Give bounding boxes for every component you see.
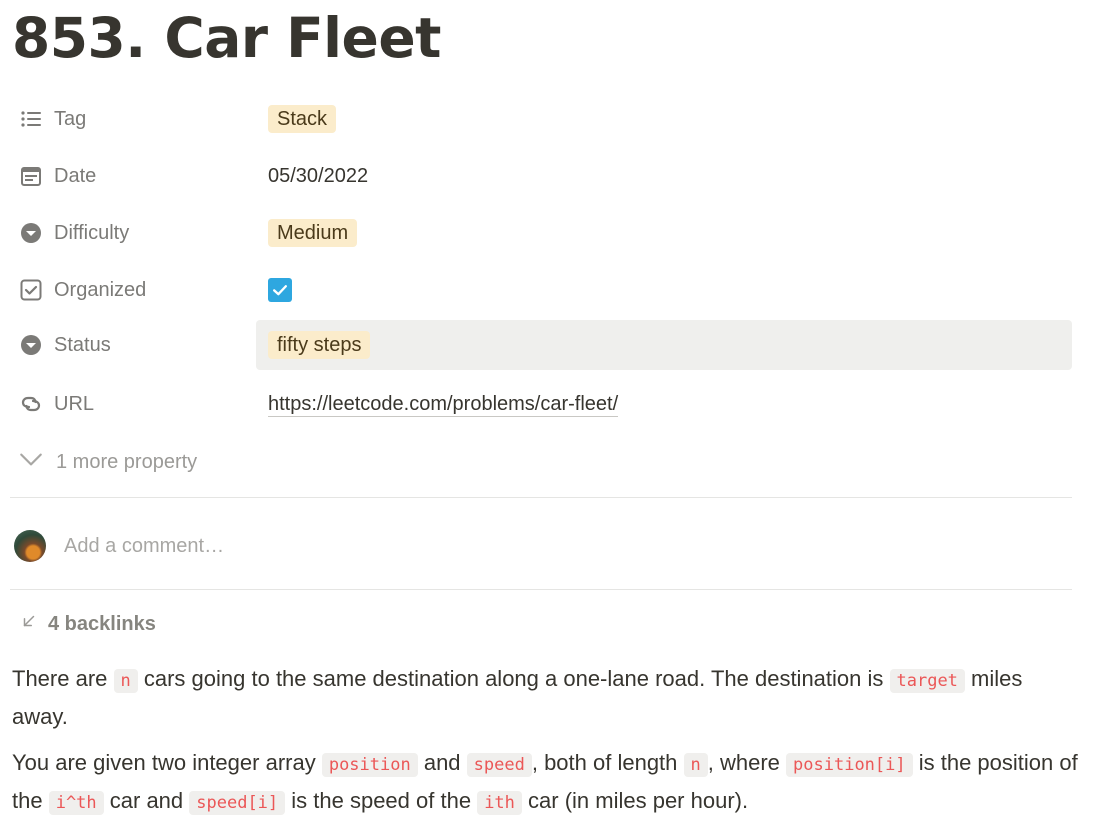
link-icon xyxy=(18,391,44,417)
backlinks-toggle[interactable]: 4 backlinks xyxy=(20,608,156,640)
check-icon xyxy=(273,285,287,296)
property-row-organized: Organized xyxy=(10,265,1072,315)
comment-row xyxy=(14,522,564,570)
property-name-status[interactable]: Status xyxy=(18,320,111,370)
paragraph-2: You are given two integer array position… xyxy=(12,745,1082,821)
select-icon xyxy=(18,332,44,358)
property-row-difficulty: Difficulty Medium xyxy=(10,208,1072,258)
inline-code: i^th xyxy=(48,791,104,815)
property-value-date[interactable]: 05/30/2022 xyxy=(256,151,1072,201)
text: , both of length xyxy=(531,750,684,775)
select-icon xyxy=(18,220,44,246)
property-name-tag[interactable]: Tag xyxy=(18,94,86,144)
divider xyxy=(10,589,1072,590)
date-value: 05/30/2022 xyxy=(268,164,369,187)
property-row-tag: Tag Stack xyxy=(10,94,1072,144)
avatar xyxy=(14,530,46,562)
backlinks-label: 4 backlinks xyxy=(48,612,156,635)
property-value-url: https://leetcode.com/problems/car-fleet/ xyxy=(256,379,1072,429)
text: and xyxy=(417,750,467,775)
inline-code: speed[i] xyxy=(189,791,286,815)
text: , where xyxy=(707,750,787,775)
organized-checkbox[interactable] xyxy=(268,278,292,302)
property-name-organized[interactable]: Organized xyxy=(18,265,146,315)
property-value-organized xyxy=(256,265,1072,315)
page-title[interactable]: 853. Car Fleet xyxy=(12,6,441,70)
text: There are xyxy=(12,666,114,691)
text: You are given two integer array xyxy=(12,750,322,775)
inline-code: n xyxy=(113,669,138,693)
property-label: URL xyxy=(54,392,95,415)
more-properties-toggle[interactable]: 1 more property xyxy=(18,442,197,482)
tag-fifty-steps: fifty steps xyxy=(268,331,371,359)
property-label: Difficulty xyxy=(54,221,130,244)
property-label: Status xyxy=(54,333,111,356)
property-value-status[interactable]: fifty steps xyxy=(256,320,1072,370)
inline-code: position xyxy=(321,753,418,777)
checkbox-icon xyxy=(18,277,44,303)
text: car and xyxy=(103,788,190,813)
url-link[interactable]: https://leetcode.com/problems/car-fleet/ xyxy=(268,392,619,417)
paragraph-1: There are n cars going to the same desti… xyxy=(12,661,1082,735)
list-icon xyxy=(18,106,44,132)
tag-stack: Stack xyxy=(268,105,337,133)
property-value-tag[interactable]: Stack xyxy=(256,94,1072,144)
tag-medium: Medium xyxy=(268,219,358,247)
property-label: Tag xyxy=(54,107,87,130)
inline-code: position[i] xyxy=(786,753,913,777)
inline-code: speed xyxy=(466,753,532,777)
chevron-down-icon xyxy=(18,446,44,478)
inline-code: ith xyxy=(477,791,522,815)
arrow-down-left-icon xyxy=(20,612,38,636)
property-row-date: Date 05/30/2022 xyxy=(10,151,1072,201)
property-label: Organized xyxy=(54,278,147,301)
comment-input[interactable] xyxy=(64,534,564,558)
text: cars going to the same destination along… xyxy=(137,666,890,691)
property-name-date[interactable]: Date xyxy=(18,151,96,201)
text: car (in miles per hour). xyxy=(521,788,749,813)
property-name-url[interactable]: URL xyxy=(18,379,94,429)
property-value-difficulty[interactable]: Medium xyxy=(256,208,1072,258)
inline-code: target xyxy=(889,669,965,693)
property-row-status: Status fifty steps xyxy=(10,320,1072,370)
divider xyxy=(10,497,1072,498)
property-label: Date xyxy=(54,164,97,187)
calendar-icon xyxy=(18,163,44,189)
text: is the speed of the xyxy=(285,788,478,813)
property-row-url: URL https://leetcode.com/problems/car-fl… xyxy=(10,379,1072,429)
property-name-difficulty[interactable]: Difficulty xyxy=(18,208,129,258)
inline-code: n xyxy=(683,753,708,777)
more-properties-label: 1 more property xyxy=(56,450,198,473)
